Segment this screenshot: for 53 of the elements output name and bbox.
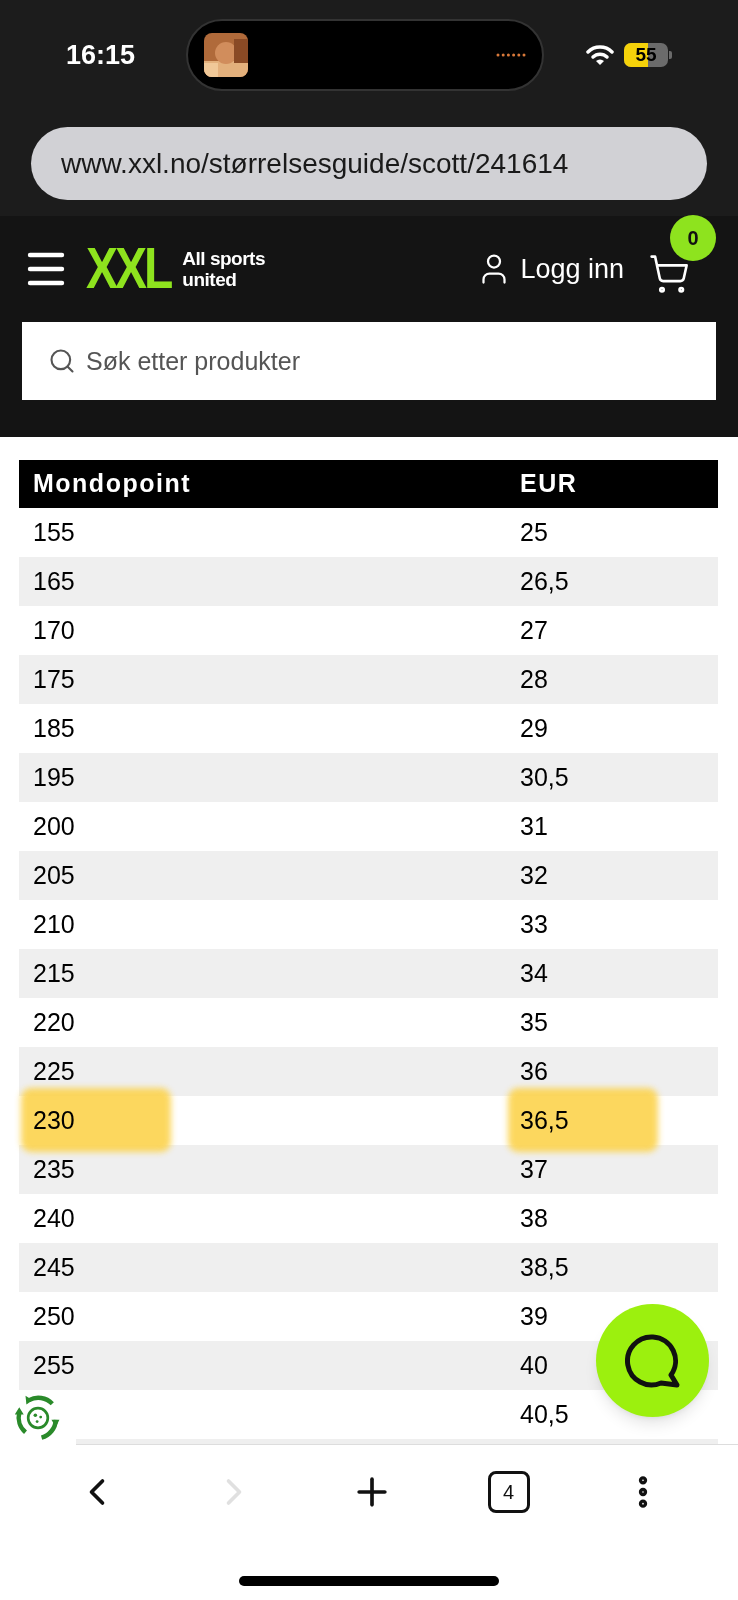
table-cell-text: 200 (33, 810, 75, 842)
table-cell-text: 225 (33, 1055, 75, 1087)
logo-tagline: united (182, 269, 238, 290)
tabs-button[interactable]: 4 (487, 1471, 530, 1513)
table-cell-text: 36,5 (520, 1104, 569, 1136)
table-cell-text: 210 (33, 908, 75, 940)
table-cell-text: 255 (33, 1349, 75, 1381)
table-cell-text: 195 (33, 761, 75, 793)
table-cell-text: 155 (33, 516, 75, 548)
cart-icon[interactable] (648, 253, 690, 295)
table-cell-text: 38 (520, 1202, 548, 1234)
logo[interactable]: XXL (86, 240, 171, 298)
table-cell-text: 33 (520, 908, 548, 940)
table-cell-text: 28 (520, 663, 548, 695)
wifi-icon (586, 44, 614, 66)
table-cell-text: 37 (520, 1153, 548, 1185)
table-cell-text: 170 (33, 614, 75, 646)
table-cell-text: 36 (520, 1055, 548, 1087)
column-header: Mondopoint (32, 468, 192, 500)
table-cell-text: 205 (33, 859, 75, 891)
table-cell-text: 40,5 (520, 1398, 569, 1430)
address-bar[interactable]: www.xxl.no/størrelsesguide/scott/241614 (31, 127, 707, 200)
login-button[interactable]: Logg inn (476, 248, 624, 290)
table-cell-text: 175 (33, 663, 75, 695)
search-icon (48, 347, 76, 375)
search-field[interactable]: Søk etter produkter (22, 322, 716, 400)
chat-bubble-icon (624, 1332, 681, 1389)
table-cell-text: 185 (33, 712, 75, 744)
table-cell-text: 34 (520, 957, 548, 989)
status-time: 16:15 (66, 38, 137, 72)
table-cell-text: 230 (33, 1104, 75, 1136)
table-cell-text: 245 (33, 1251, 75, 1283)
table-cell-text: 32 (520, 859, 548, 891)
table-cell-text: 25 (520, 516, 548, 548)
table-cell-text: 38,5 (520, 1251, 569, 1283)
table-cell-text: 220 (33, 1006, 75, 1038)
activity-dots-icon (496, 53, 526, 57)
table-cell-text: 215 (33, 957, 75, 989)
table-cell-text: 30,5 (520, 761, 569, 793)
table-cell-text: 35 (520, 1006, 548, 1038)
cart-count-badge: 0 (670, 215, 716, 261)
table-cell-text: 31 (520, 810, 548, 842)
table-cell-text: 240 (33, 1202, 75, 1234)
table-cell-text: 27 (520, 614, 548, 646)
table-cell-text: 29 (520, 712, 548, 744)
table-cell-text: 39 (520, 1300, 548, 1332)
table-cell-text: 26,5 (520, 565, 569, 597)
logo-tagline: All sports (182, 248, 265, 269)
table-cell-text: 250 (33, 1300, 75, 1332)
table-cell-text: 165 (33, 565, 75, 597)
table-cell-text: 40 (520, 1349, 548, 1381)
column-header: EUR (519, 468, 579, 500)
table-cell-text: 235 (33, 1153, 75, 1185)
